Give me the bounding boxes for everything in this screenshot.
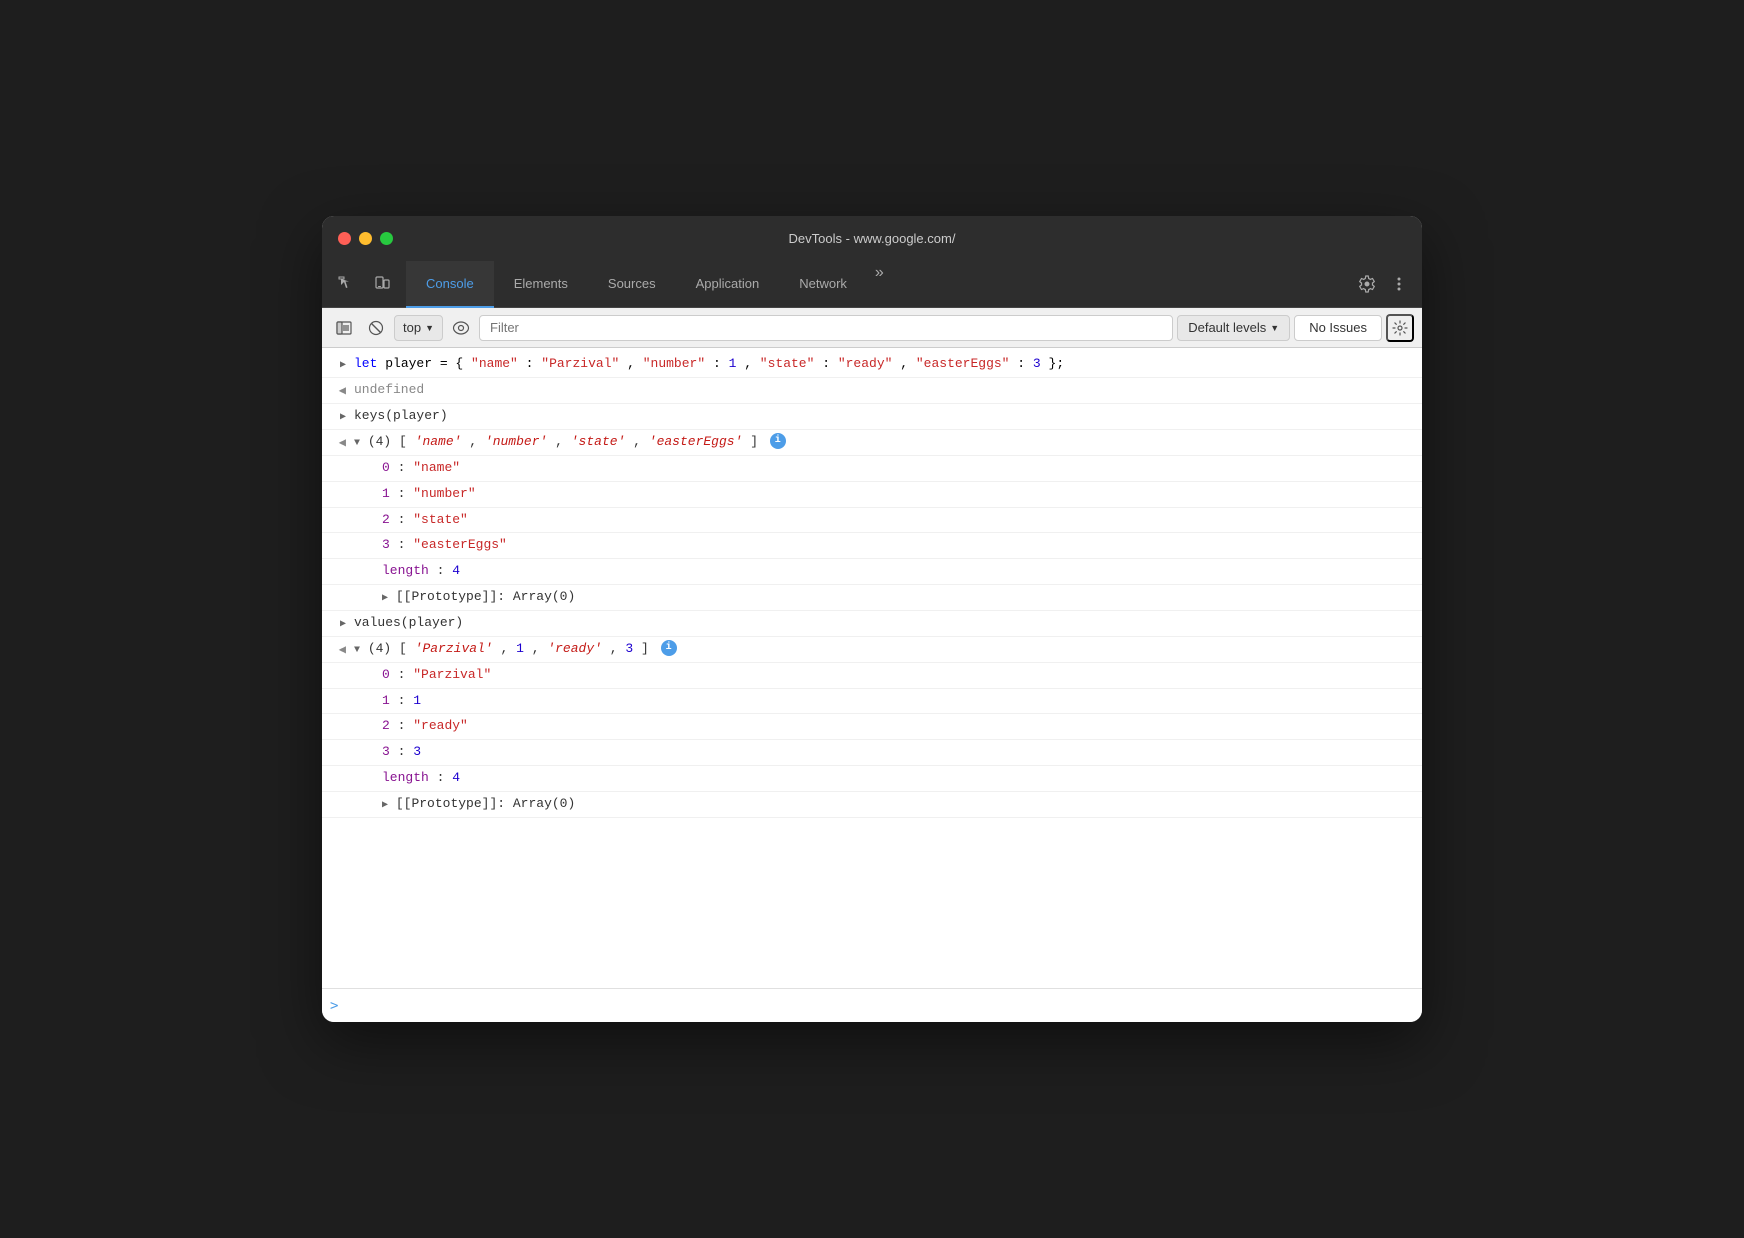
- values-entry-0: 0 : "Parzival": [322, 663, 1422, 689]
- keys-length: length : 4: [322, 559, 1422, 585]
- keys-entry-0: 0 : "name": [322, 456, 1422, 482]
- settings-gear-icon[interactable]: [1352, 269, 1382, 299]
- input-arrow: ▶: [340, 358, 346, 374]
- tab-application[interactable]: Application: [676, 261, 780, 308]
- expand-prototype-values-icon[interactable]: ▶: [382, 798, 388, 814]
- values-entry-3: 3 : 3: [322, 740, 1422, 766]
- collapse-keys-icon[interactable]: ▼: [354, 436, 360, 452]
- collapse-values-icon[interactable]: ▼: [354, 643, 360, 659]
- console-row-output-1: ◀ undefined: [322, 378, 1422, 404]
- default-levels-dropdown[interactable]: Default levels ▼: [1177, 315, 1290, 341]
- expand-prototype-keys-icon[interactable]: ▶: [382, 591, 388, 607]
- console-settings-icon[interactable]: [1386, 314, 1414, 342]
- console-row-keys-header: ◀ ▼ (4) [ 'name' , 'number' , 'state' , …: [322, 430, 1422, 456]
- context-dropdown[interactable]: top ▼: [394, 315, 443, 341]
- window-title: DevTools - www.google.com/: [789, 231, 956, 246]
- device-toolbar-icon[interactable]: [366, 268, 398, 300]
- keys-entry-3: 3 : "easterEggs": [322, 533, 1422, 559]
- select-element-icon[interactable]: [330, 268, 362, 300]
- input-arrow-2: ▶: [340, 410, 346, 426]
- console-input[interactable]: [346, 998, 1414, 1013]
- info-badge-values[interactable]: i: [661, 640, 677, 656]
- values-entry-1: 1 : 1: [322, 689, 1422, 715]
- values-entry-2: 2 : "ready": [322, 714, 1422, 740]
- console-row-input-3: ▶ values(player): [322, 611, 1422, 637]
- maximize-button[interactable]: [380, 232, 393, 245]
- more-options-icon[interactable]: [1384, 269, 1414, 299]
- tab-sources[interactable]: Sources: [588, 261, 676, 308]
- clear-console-icon[interactable]: [362, 314, 390, 342]
- more-tabs-icon[interactable]: »: [867, 260, 892, 307]
- values-prototype: ▶ [[Prototype]]: Array(0): [322, 792, 1422, 818]
- close-button[interactable]: [338, 232, 351, 245]
- sidebar-toggle-icon[interactable]: [330, 314, 358, 342]
- no-issues-button[interactable]: No Issues: [1294, 315, 1382, 341]
- eye-icon[interactable]: [447, 314, 475, 342]
- console-output: ▶ let player = { "name" : "Parzival" , "…: [322, 348, 1422, 988]
- tab-network[interactable]: Network: [779, 261, 867, 308]
- filter-input[interactable]: [479, 315, 1173, 341]
- tab-bar: Console Elements Sources Application Net…: [322, 260, 1422, 308]
- values-length: length : 4: [322, 766, 1422, 792]
- keys-entry-2: 2 : "state": [322, 508, 1422, 534]
- title-bar: DevTools - www.google.com/: [322, 216, 1422, 260]
- traffic-lights: [338, 232, 393, 245]
- input-arrow-3: ▶: [340, 617, 346, 633]
- devtools-window: DevTools - www.google.com/ Console: [322, 216, 1422, 1022]
- console-row-values-header: ◀ ▼ (4) [ 'Parzival' , 1 , 'ready' , 3 ]…: [322, 637, 1422, 663]
- tab-bar-icons: [330, 260, 406, 307]
- tab-bar-settings: [1344, 260, 1414, 307]
- prompt-symbol: >: [330, 998, 338, 1014]
- minimize-button[interactable]: [359, 232, 372, 245]
- keys-prototype: ▶ [[Prototype]]: Array(0): [322, 585, 1422, 611]
- tab-console[interactable]: Console: [406, 261, 494, 308]
- console-row-input-1: ▶ let player = { "name" : "Parzival" , "…: [322, 352, 1422, 378]
- info-badge-keys[interactable]: i: [770, 433, 786, 449]
- console-toolbar: top ▼ Default levels ▼ No Issues: [322, 308, 1422, 348]
- tab-elements[interactable]: Elements: [494, 261, 588, 308]
- console-prompt: >: [322, 988, 1422, 1022]
- tabs: Console Elements Sources Application Net…: [406, 260, 1344, 307]
- keys-entry-1: 1 : "number": [322, 482, 1422, 508]
- console-row-input-2: ▶ keys(player): [322, 404, 1422, 430]
